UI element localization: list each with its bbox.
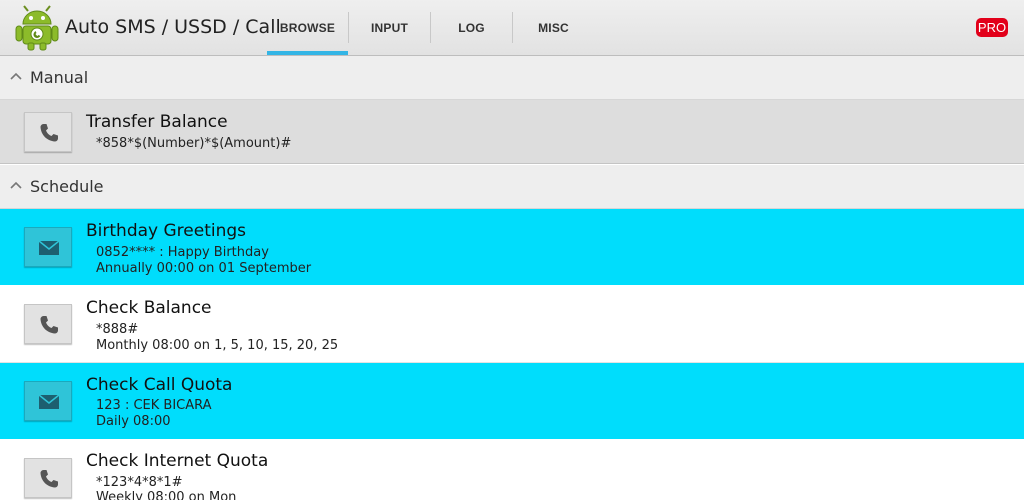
list-item-check-internet-quota[interactable]: Check Internet Quota *123*4*8*1# Weekly … bbox=[0, 439, 1024, 500]
tab-browse[interactable]: BROWSE bbox=[267, 0, 348, 55]
list-item-check-balance[interactable]: Check Balance *888# Monthly 08:00 on 1, … bbox=[0, 285, 1024, 363]
item-title: Birthday Greetings bbox=[86, 221, 247, 241]
item-message: 123 : CEK BICARA bbox=[96, 398, 212, 413]
envelope-icon bbox=[38, 394, 60, 409]
sms-button[interactable] bbox=[24, 227, 72, 267]
item-schedule: Monthly 08:00 on 1, 5, 10, 15, 20, 25 bbox=[96, 338, 339, 353]
envelope-icon bbox=[38, 240, 60, 255]
app-title: Auto SMS / USSD / Call bbox=[65, 16, 281, 38]
section-header-manual[interactable]: Manual bbox=[0, 56, 1024, 100]
sms-button[interactable] bbox=[24, 381, 72, 421]
phone-icon bbox=[40, 470, 58, 488]
tab-misc[interactable]: MISC bbox=[513, 0, 594, 55]
chevron-up-icon bbox=[10, 181, 22, 189]
item-schedule: Annually 00:00 on 01 September bbox=[96, 261, 312, 276]
tab-log[interactable]: LOG bbox=[431, 0, 512, 55]
phone-icon bbox=[40, 316, 58, 334]
call-button[interactable] bbox=[24, 304, 72, 344]
pro-badge[interactable]: PRO bbox=[976, 18, 1008, 37]
item-title: Check Call Quota bbox=[86, 375, 233, 395]
tab-input[interactable]: INPUT bbox=[349, 0, 430, 55]
section-title: Manual bbox=[30, 68, 89, 87]
section-header-schedule[interactable]: Schedule bbox=[0, 165, 1024, 209]
item-code: *888# bbox=[96, 322, 139, 337]
chevron-up-icon bbox=[10, 72, 22, 80]
item-message: 0852**** : Happy Birthday bbox=[96, 245, 269, 260]
item-code: *123*4*8*1# bbox=[96, 475, 183, 490]
item-title: Transfer Balance bbox=[86, 112, 228, 132]
phone-icon bbox=[40, 124, 58, 142]
item-title: Check Internet Quota bbox=[86, 451, 269, 471]
item-title: Check Balance bbox=[86, 298, 212, 318]
item-code: *858*$(Number)*$(Amount)# bbox=[96, 136, 292, 151]
call-button[interactable] bbox=[24, 112, 72, 152]
list-item-check-call-quota[interactable]: Check Call Quota 123 : CEK BICARA Daily … bbox=[0, 363, 1024, 439]
section-title: Schedule bbox=[30, 177, 104, 196]
list-item-transfer-balance[interactable]: Transfer Balance *858*$(Number)*$(Amount… bbox=[0, 100, 1024, 164]
android-robot-icon[interactable] bbox=[14, 5, 60, 51]
item-schedule: Daily 08:00 bbox=[96, 414, 171, 429]
item-schedule: Weekly 08:00 on Mon bbox=[96, 490, 237, 500]
call-button[interactable] bbox=[24, 458, 72, 498]
action-bar: Auto SMS / USSD / Call BROWSE INPUT LOG … bbox=[0, 0, 1024, 56]
list-item-birthday-greetings[interactable]: Birthday Greetings 0852**** : Happy Birt… bbox=[0, 209, 1024, 285]
